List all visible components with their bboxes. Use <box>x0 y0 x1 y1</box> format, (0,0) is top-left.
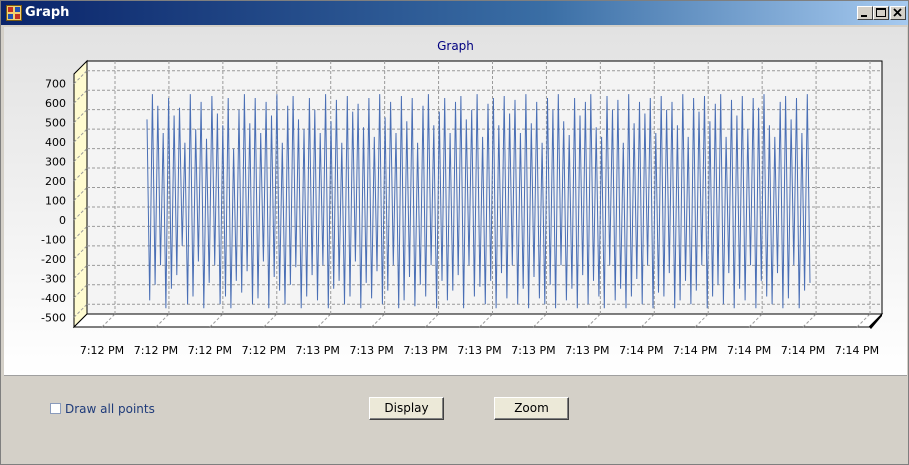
x-tick-label: 7:14 PM <box>619 344 663 357</box>
x-tick-label: 7:12 PM <box>134 344 178 357</box>
maximize-icon <box>876 8 886 17</box>
close-button[interactable] <box>890 6 906 20</box>
draw-all-points-label[interactable]: Draw all points <box>65 402 155 416</box>
y-tick-label: 400 <box>45 136 66 149</box>
y-tick-label: 100 <box>45 195 66 208</box>
y-tick-label: 300 <box>45 156 66 169</box>
display-button[interactable]: Display <box>369 397 444 420</box>
y-tick-label: -200 <box>41 253 66 266</box>
x-tick-label: 7:12 PM <box>188 344 232 357</box>
x-tick-label: 7:12 PM <box>80 344 124 357</box>
y-tick-label: 200 <box>45 175 66 188</box>
x-tick-label: 7:12 PM <box>242 344 286 357</box>
x-tick-label: 7:13 PM <box>349 344 393 357</box>
x-tick-label: 7:14 PM <box>781 344 825 357</box>
app-icon <box>6 5 22 21</box>
y-tick-label: -400 <box>41 292 66 305</box>
y-tick-label: 700 <box>45 78 66 91</box>
y-tick-label: 500 <box>45 117 66 130</box>
x-tick-label: 7:13 PM <box>296 344 340 357</box>
maximize-button[interactable] <box>873 6 889 20</box>
y-tick-label: 600 <box>45 97 66 110</box>
checkbox-box[interactable] <box>50 403 61 414</box>
chart-panel: Graph 700 600 500 400 300 200 100 0 -100 -200 -300… <box>4 27 907 376</box>
x-tick-label: 7:13 PM <box>457 344 501 357</box>
x-tick-label: 7:14 PM <box>835 344 879 357</box>
title-bar[interactable]: Graph <box>1 1 908 25</box>
minimize-button[interactable] <box>857 6 873 20</box>
close-icon <box>893 8 902 17</box>
graph-window: Graph Graph 700 600 500 400 300 200 100 0 -100 -2… <box>0 0 909 465</box>
x-tick-label: 7:13 PM <box>403 344 447 357</box>
chart-canvas: 700 600 500 400 300 200 100 0 -100 -200 -300 -400 -5… <box>41 59 884 357</box>
minimize-icon <box>861 15 867 17</box>
y-tick-label: 0 <box>59 214 66 227</box>
x-tick-label: 7:13 PM <box>565 344 609 357</box>
zoom-button[interactable]: Zoom <box>494 397 569 420</box>
x-tick-label: 7:14 PM <box>673 344 717 357</box>
window-title: Graph <box>25 5 70 20</box>
y-tick-label: -500 <box>41 311 66 324</box>
x-tick-label: 7:14 PM <box>727 344 771 357</box>
y-tick-label: -300 <box>41 272 66 285</box>
y-tick-label: -100 <box>41 233 66 246</box>
x-tick-label: 7:13 PM <box>511 344 555 357</box>
